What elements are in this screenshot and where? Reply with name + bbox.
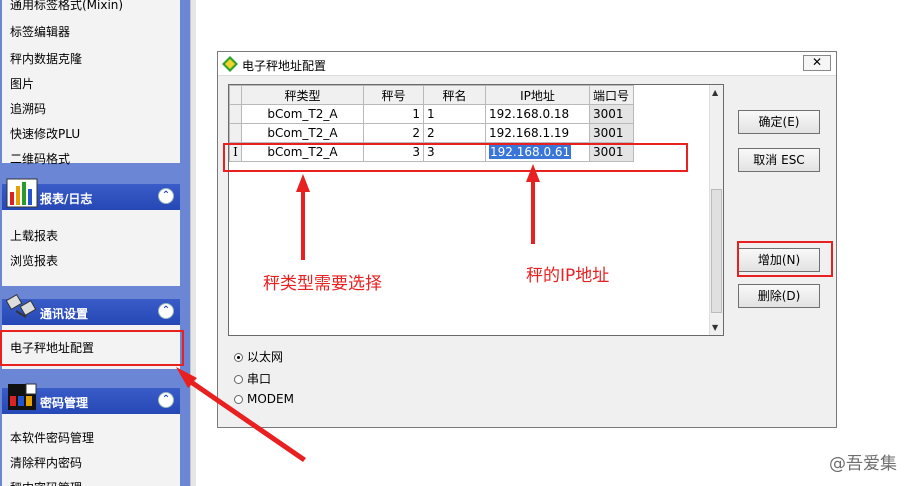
sidebar-item-qr-format[interactable]: 二维码格式	[2, 147, 180, 172]
cell-type[interactable]: bCom_T2_A	[241, 104, 364, 124]
sidebar-item-software-password[interactable]: 本软件密码管理	[2, 426, 180, 451]
password-panel-items: 本软件密码管理 清除秤内密码 秤内密码管理	[2, 414, 180, 486]
radio-ethernet-label: 以太网	[247, 350, 284, 364]
row-indicator	[229, 123, 242, 143]
scroll-down-icon[interactable]: ▼	[712, 323, 718, 332]
column-header-ip[interactable]: IP地址	[485, 85, 590, 105]
cell-name[interactable]: 1	[423, 104, 486, 124]
radio-modem[interactable]: MODEM	[234, 392, 294, 410]
report-panel-header[interactable]: 报表/日志 ⌃	[2, 178, 180, 210]
sidebar-splitter[interactable]	[190, 0, 196, 486]
cancel-button[interactable]: 取消 ESC	[738, 148, 820, 172]
radio-dot-icon[interactable]	[234, 375, 243, 384]
cell-ip[interactable]: 192.168.1.19	[485, 123, 590, 143]
table-header-row: 秤类型 秤号 秤名 IP地址 端口号	[229, 85, 634, 105]
ok-button[interactable]: 确定(E)	[738, 110, 820, 134]
column-header-port[interactable]: 端口号	[589, 85, 634, 105]
cell-ip[interactable]: 192.168.0.18	[485, 104, 590, 124]
grid-scrollbar[interactable]: ▲ ▼	[709, 85, 723, 335]
highlight-add-box	[737, 241, 833, 277]
sidebar-top-items: 通用标签格式(Mixin) 标签编辑器 秤内数据克隆 图片 追溯码 快速修改PL…	[2, 0, 180, 166]
column-header-no[interactable]: 秤号	[363, 85, 424, 105]
scroll-thumb[interactable]	[711, 189, 722, 313]
collapse-icon[interactable]: ⌃	[158, 188, 174, 204]
annotation-type-note: 秤类型需要选择	[263, 274, 382, 294]
row-indicator-header	[229, 85, 242, 105]
radio-modem-label: MODEM	[247, 392, 294, 406]
column-header-type[interactable]: 秤类型	[241, 85, 364, 105]
app-diamond-icon	[222, 56, 238, 72]
sidebar-item-trace-code[interactable]: 追溯码	[2, 97, 180, 122]
password-panel-title: 密码管理	[40, 396, 89, 410]
radio-serial-label: 串口	[247, 372, 272, 386]
sidebar-item-mixin[interactable]: 通用标签格式(Mixin)	[2, 0, 180, 22]
highlight-sidebar-box	[0, 330, 184, 366]
radio-dot-icon[interactable]	[234, 395, 243, 404]
sidebar-item-label-editor[interactable]: 标签编辑器	[2, 22, 180, 47]
sidebar-item-scale-password[interactable]: 秤内密码管理	[2, 476, 180, 486]
sidebar: 通用标签格式(Mixin) 标签编辑器 秤内数据克隆 图片 追溯码 快速修改PL…	[0, 0, 190, 486]
table-row[interactable]: bCom_T2_A 2 2 192.168.1.19 3001	[229, 123, 634, 143]
close-button[interactable]: ✕	[803, 55, 831, 71]
dialog-titlebar[interactable]: 电子秤地址配置 ✕	[218, 52, 836, 76]
row-indicator	[229, 104, 242, 124]
scale-address-dialog: 电子秤地址配置 ✕ 秤类型 秤号 秤名 IP地址 端口号 bCom_T2_A 1…	[217, 51, 837, 428]
report-panel-items: 上载报表 浏览报表	[2, 210, 180, 286]
cell-type[interactable]: bCom_T2_A	[241, 123, 364, 143]
dialog-title: 电子秤地址配置	[242, 59, 327, 73]
sidebar-item-quick-plu[interactable]: 快速修改PLU	[2, 122, 180, 147]
radio-serial[interactable]: 串口	[234, 370, 271, 388]
scale-grid[interactable]: 秤类型 秤号 秤名 IP地址 端口号 bCom_T2_A 1 1 192.168…	[228, 84, 724, 336]
highlight-row-box	[223, 143, 688, 172]
report-panel-title: 报表/日志	[40, 192, 93, 206]
delete-button[interactable]: 删除(D)	[738, 284, 820, 308]
sidebar-item-browse-report[interactable]: 浏览报表	[2, 249, 180, 274]
password-panel-header[interactable]: 密码管理 ⌃	[2, 383, 180, 414]
password-icon	[8, 383, 37, 410]
network-computers-icon	[6, 293, 37, 318]
column-header-name[interactable]: 秤名	[423, 85, 486, 105]
collapse-icon[interactable]: ⌃	[158, 303, 174, 319]
comm-panel-title: 通讯设置	[40, 307, 89, 321]
sidebar-item-upload-report[interactable]: 上载报表	[2, 224, 180, 249]
radio-dot-checked-icon[interactable]	[234, 353, 243, 362]
sidebar-item-images[interactable]: 图片	[2, 72, 180, 97]
scroll-up-icon[interactable]: ▲	[712, 88, 718, 97]
radio-ethernet[interactable]: 以太网	[234, 348, 283, 366]
cell-no[interactable]: 2	[363, 123, 424, 143]
annotation-ip-note: 秤的IP地址	[526, 266, 610, 286]
watermark: @吾爱集	[829, 454, 897, 474]
table-row[interactable]: bCom_T2_A 1 1 192.168.0.18 3001	[229, 104, 634, 124]
cell-port[interactable]: 3001	[589, 104, 634, 124]
collapse-icon[interactable]: ⌃	[158, 392, 174, 408]
cell-no[interactable]: 1	[363, 104, 424, 124]
cell-name[interactable]: 2	[423, 123, 486, 143]
report-chart-icon	[6, 178, 38, 208]
comm-panel-header[interactable]: 通讯设置 ⌃	[2, 293, 180, 325]
cell-port[interactable]: 3001	[589, 123, 634, 143]
sidebar-item-clear-scale-password[interactable]: 清除秤内密码	[2, 451, 180, 476]
sidebar-item-clone[interactable]: 秤内数据克隆	[2, 47, 180, 72]
